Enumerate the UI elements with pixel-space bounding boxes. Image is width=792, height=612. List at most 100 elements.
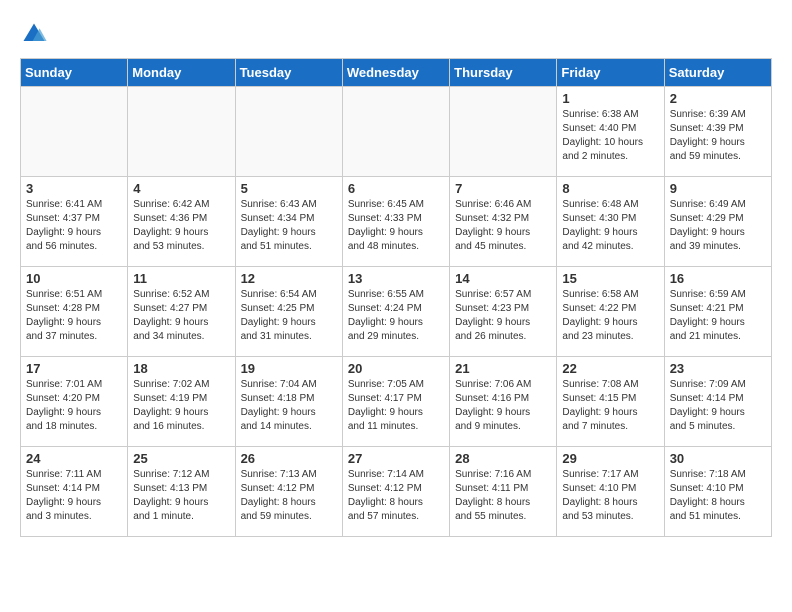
day-info: Sunrise: 7:11 AM Sunset: 4:14 PM Dayligh… [26,468,122,524]
day-number: 22 [562,361,658,376]
calendar-cell: 4 Sunrise: 6:42 AM Sunset: 4:36 PM Daylig… [128,177,235,267]
calendar-cell [128,87,235,177]
day-info: Sunrise: 7:08 AM Sunset: 4:15 PM Dayligh… [562,378,658,434]
day-of-week-header: Friday [557,59,664,87]
day-number: 27 [348,451,444,466]
calendar-cell: 7Sunrise: 6:46 AM Sunset: 4:32 PM Daylig… [450,177,557,267]
day-number: 14 [455,271,551,286]
day-number: 18 [133,361,229,376]
day-info: Sunrise: 7:04 AM Sunset: 4:18 PM Dayligh… [241,378,337,434]
calendar-cell: 17 Sunrise: 7:01 AM Sunset: 4:20 PM Dayli… [21,357,128,447]
day-number: 25 [133,451,229,466]
calendar-cell [21,87,128,177]
calendar-cell: 9 Sunrise: 6:49 AM Sunset: 4:29 PM Daylig… [664,177,771,267]
day-number: 17 [26,361,122,376]
day-number: 2 [670,91,766,106]
calendar-cell: 30 Sunrise: 7:18 AM Sunset: 4:10 PM Dayli… [664,447,771,537]
day-number: 8 [562,181,658,196]
day-info: Sunrise: 7:16 AM Sunset: 4:11 PM Dayligh… [455,468,551,524]
calendar-cell: 13 Sunrise: 6:55 AM Sunset: 4:24 PM Dayli… [342,267,449,357]
calendar-table: SundayMondayTuesdayWednesdayThursdayFrid… [20,58,772,537]
calendar-cell: 15 Sunrise: 6:58 AM Sunset: 4:22 PM Dayli… [557,267,664,357]
day-info: Sunrise: 6:45 AM Sunset: 4:33 PM Dayligh… [348,198,444,254]
calendar-cell: 19 Sunrise: 7:04 AM Sunset: 4:18 PM Dayli… [235,357,342,447]
calendar-cell: 28 Sunrise: 7:16 AM Sunset: 4:11 PM Dayli… [450,447,557,537]
day-info: Sunrise: 6:51 AM Sunset: 4:28 PM Dayligh… [26,288,122,344]
calendar-cell: 11 Sunrise: 6:52 AM Sunset: 4:27 PM Dayli… [128,267,235,357]
calendar-cell: 5 Sunrise: 6:43 AM Sunset: 4:34 PM Daylig… [235,177,342,267]
day-info: Sunrise: 7:17 AM Sunset: 4:10 PM Dayligh… [562,468,658,524]
day-number: 12 [241,271,337,286]
day-number: 23 [670,361,766,376]
calendar-cell: 27 Sunrise: 7:14 AM Sunset: 4:12 PM Dayli… [342,447,449,537]
day-number: 26 [241,451,337,466]
day-info: Sunrise: 7:13 AM Sunset: 4:12 PM Dayligh… [241,468,337,524]
day-number: 21 [455,361,551,376]
day-number: 13 [348,271,444,286]
day-info: Sunrise: 7:06 AM Sunset: 4:16 PM Dayligh… [455,378,551,434]
day-number: 11 [133,271,229,286]
page-header [20,20,772,48]
calendar-cell [450,87,557,177]
day-of-week-header: Wednesday [342,59,449,87]
day-number: 15 [562,271,658,286]
day-info: Sunrise: 6:43 AM Sunset: 4:34 PM Dayligh… [241,198,337,254]
day-number: 4 [133,181,229,196]
day-info: Sunrise: 7:02 AM Sunset: 4:19 PM Dayligh… [133,378,229,434]
day-number: 1 [562,91,658,106]
calendar-cell: 1 Sunrise: 6:38 AM Sunset: 4:40 PM Daylig… [557,87,664,177]
day-info: Sunrise: 6:52 AM Sunset: 4:27 PM Dayligh… [133,288,229,344]
calendar-cell: 21 Sunrise: 7:06 AM Sunset: 4:16 PM Dayli… [450,357,557,447]
day-of-week-header: Monday [128,59,235,87]
day-info: Sunrise: 6:39 AM Sunset: 4:39 PM Dayligh… [670,108,766,164]
day-info: Sunrise: 6:58 AM Sunset: 4:22 PM Dayligh… [562,288,658,344]
calendar-cell [235,87,342,177]
day-info: Sunrise: 6:55 AM Sunset: 4:24 PM Dayligh… [348,288,444,344]
day-number: 6 [348,181,444,196]
day-number: 24 [26,451,122,466]
day-info: Sunrise: 6:38 AM Sunset: 4:40 PM Dayligh… [562,108,658,164]
day-number: 5 [241,181,337,196]
day-info: Sunrise: 6:41 AM Sunset: 4:37 PM Dayligh… [26,198,122,254]
day-info: Sunrise: 6:49 AM Sunset: 4:29 PM Dayligh… [670,198,766,254]
day-info: Sunrise: 7:18 AM Sunset: 4:10 PM Dayligh… [670,468,766,524]
calendar-cell: 8 Sunrise: 6:48 AM Sunset: 4:30 PM Daylig… [557,177,664,267]
day-info: Sunrise: 6:54 AM Sunset: 4:25 PM Dayligh… [241,288,337,344]
calendar-cell [342,87,449,177]
day-number: 9 [670,181,766,196]
day-info: Sunrise: 6:46 AM Sunset: 4:32 PM Dayligh… [455,198,551,254]
day-number: 16 [670,271,766,286]
day-of-week-header: Saturday [664,59,771,87]
calendar-cell: 14 Sunrise: 6:57 AM Sunset: 4:23 PM Dayli… [450,267,557,357]
calendar-cell: 25 Sunrise: 7:12 AM Sunset: 4:13 PM Dayli… [128,447,235,537]
calendar-cell: 20Sunrise: 7:05 AM Sunset: 4:17 PM Dayli… [342,357,449,447]
calendar-cell: 29Sunrise: 7:17 AM Sunset: 4:10 PM Dayli… [557,447,664,537]
day-info: Sunrise: 7:12 AM Sunset: 4:13 PM Dayligh… [133,468,229,524]
logo-icon [20,20,48,48]
day-of-week-header: Sunday [21,59,128,87]
day-info: Sunrise: 6:57 AM Sunset: 4:23 PM Dayligh… [455,288,551,344]
day-of-week-header: Tuesday [235,59,342,87]
day-number: 20 [348,361,444,376]
calendar-cell: 22 Sunrise: 7:08 AM Sunset: 4:15 PM Dayli… [557,357,664,447]
day-info: Sunrise: 6:42 AM Sunset: 4:36 PM Dayligh… [133,198,229,254]
calendar-cell: 3 Sunrise: 6:41 AM Sunset: 4:37 PM Daylig… [21,177,128,267]
calendar-cell: 2 Sunrise: 6:39 AM Sunset: 4:39 PM Daylig… [664,87,771,177]
calendar-cell: 24 Sunrise: 7:11 AM Sunset: 4:14 PM Dayli… [21,447,128,537]
day-number: 10 [26,271,122,286]
day-info: Sunrise: 6:48 AM Sunset: 4:30 PM Dayligh… [562,198,658,254]
day-of-week-header: Thursday [450,59,557,87]
calendar-cell: 10 Sunrise: 6:51 AM Sunset: 4:28 PM Dayli… [21,267,128,357]
calendar-cell: 6 Sunrise: 6:45 AM Sunset: 4:33 PM Daylig… [342,177,449,267]
day-number: 30 [670,451,766,466]
day-number: 19 [241,361,337,376]
calendar-cell: 12 Sunrise: 6:54 AM Sunset: 4:25 PM Dayli… [235,267,342,357]
day-number: 3 [26,181,122,196]
calendar-cell: 23Sunrise: 7:09 AM Sunset: 4:14 PM Dayli… [664,357,771,447]
calendar-cell: 26 Sunrise: 7:13 AM Sunset: 4:12 PM Dayli… [235,447,342,537]
logo [20,20,52,48]
day-number: 28 [455,451,551,466]
day-info: Sunrise: 7:14 AM Sunset: 4:12 PM Dayligh… [348,468,444,524]
day-info: Sunrise: 7:01 AM Sunset: 4:20 PM Dayligh… [26,378,122,434]
day-info: Sunrise: 6:59 AM Sunset: 4:21 PM Dayligh… [670,288,766,344]
